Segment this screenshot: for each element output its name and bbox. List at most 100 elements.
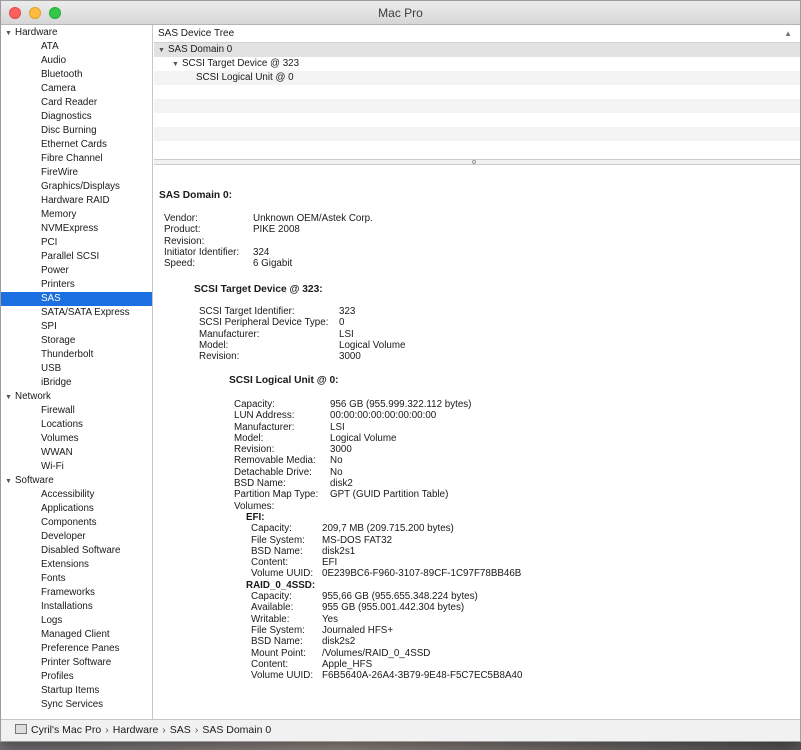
sidebar-group-software[interactable]: ▼ Software xyxy=(1,474,152,488)
field-label: Mount Point: xyxy=(251,647,307,659)
sidebar-item-wi-fi[interactable]: Wi-Fi xyxy=(1,460,152,474)
field-value: MS-DOS FAT32 xyxy=(322,534,393,546)
field-value: Apple_HFS xyxy=(322,658,373,670)
field-row: Content: Apple_HFS xyxy=(251,659,522,670)
sidebar-item-ata[interactable]: ATA xyxy=(1,40,152,54)
sidebar-item-profiles[interactable]: Profiles xyxy=(1,670,152,684)
sidebar-item-ethernet-cards[interactable]: Ethernet Cards xyxy=(1,138,152,152)
sidebar-item-bluetooth[interactable]: Bluetooth xyxy=(1,68,152,82)
sidebar-item-preference-panes[interactable]: Preference Panes xyxy=(1,642,152,656)
tree-row[interactable]: ▼ SAS Domain 0 xyxy=(154,43,800,57)
sidebar-item-managed-client[interactable]: Managed Client xyxy=(1,628,152,642)
sidebar-group-network[interactable]: ▼ Network xyxy=(1,390,152,404)
sidebar-group-label: Hardware xyxy=(15,27,58,38)
sidebar-item-applications[interactable]: Applications xyxy=(1,502,152,516)
sidebar-item-developer[interactable]: Developer xyxy=(1,530,152,544)
sidebar-item-usb[interactable]: USB xyxy=(1,362,152,376)
device-tree-pane: SAS Device Tree ▲ ▼ SAS Domain 0 ▼ SCSI Tar… xyxy=(154,25,800,159)
sidebar-item-firewire[interactable]: FireWire xyxy=(1,166,152,180)
field-row: SCSI Target Identifier: 323 xyxy=(199,306,405,317)
detail-pane: SAS Domain 0: Vendor: Unknown OEM/Astek Co… xyxy=(154,165,800,719)
sidebar-item-startup-items[interactable]: Startup Items xyxy=(1,684,152,698)
field-label: Content: xyxy=(251,557,289,569)
field-label: SCSI Target Identifier: xyxy=(199,306,295,317)
sidebar-item-firewall[interactable]: Firewall xyxy=(1,404,152,418)
sidebar-item-extensions[interactable]: Extensions xyxy=(1,558,152,572)
sidebar-item-camera[interactable]: Camera xyxy=(1,82,152,96)
sidebar-item-sata-sata-express[interactable]: SATA/SATA Express xyxy=(1,306,152,320)
disclosure-triangle-icon[interactable]: ▼ xyxy=(158,44,168,58)
disclosure-triangle-icon[interactable]: ▼ xyxy=(172,58,182,72)
sidebar-item-wwan[interactable]: WWAN xyxy=(1,446,152,460)
disclosure-triangle-icon[interactable]: ▼ xyxy=(5,27,15,41)
sidebar-group-hardware[interactable]: ▼ Hardware xyxy=(1,26,152,40)
field-row: File System: MS-DOS FAT32 xyxy=(251,535,521,546)
sidebar-item-logs[interactable]: Logs xyxy=(1,614,152,628)
sidebar-item-accessibility[interactable]: Accessibility xyxy=(1,488,152,502)
sidebar-item-power[interactable]: Power xyxy=(1,264,152,278)
sidebar-item-frameworks[interactable]: Frameworks xyxy=(1,586,152,600)
sidebar-item-pci[interactable]: PCI xyxy=(1,236,152,250)
sidebar-item-sas[interactable]: SAS xyxy=(1,292,152,306)
sidebar-item-fibre-channel[interactable]: Fibre Channel xyxy=(1,152,152,166)
field-row: Content: EFI xyxy=(251,557,521,568)
sidebar-item-printers[interactable]: Printers xyxy=(1,278,152,292)
sidebar-item-storage[interactable]: Storage xyxy=(1,334,152,348)
sidebar-item-sync-services[interactable]: Sync Services xyxy=(1,698,152,712)
sidebar-item-card-reader[interactable]: Card Reader xyxy=(1,96,152,110)
field-row: Manufacturer: LSI xyxy=(234,422,471,433)
sidebar-item-thunderbolt[interactable]: Thunderbolt xyxy=(1,348,152,362)
field-row: Revision: xyxy=(164,236,373,247)
field-value: 3000 xyxy=(330,444,352,456)
field-row: Manufacturer: LSI xyxy=(199,329,405,340)
sidebar-item-printer-software[interactable]: Printer Software xyxy=(1,656,152,670)
field-value: 3000 xyxy=(339,351,361,363)
field-label: Initiator Identifier: xyxy=(164,246,240,258)
field-row: BSD Name: disk2 xyxy=(234,478,471,489)
field-value: LSI xyxy=(330,421,345,433)
sidebar-item-memory[interactable]: Memory xyxy=(1,208,152,222)
sidebar-item-disabled-software[interactable]: Disabled Software xyxy=(1,544,152,558)
field-value: 6 Gigabit xyxy=(253,258,293,270)
field-row: Vendor: Unknown OEM/Astek Corp. xyxy=(164,213,373,224)
sidebar-item-fonts[interactable]: Fonts xyxy=(1,572,152,586)
sidebar-item-volumes[interactable]: Volumes xyxy=(1,432,152,446)
path-item[interactable]: SAS xyxy=(170,724,191,736)
sidebar-item-disc-burning[interactable]: Disc Burning xyxy=(1,124,152,138)
sidebar-item-graphics-displays[interactable]: Graphics/Displays xyxy=(1,180,152,194)
sidebar-item-audio[interactable]: Audio xyxy=(1,54,152,68)
sidebar-item-parallel-scsi[interactable]: Parallel SCSI xyxy=(1,250,152,264)
sidebar-item-hardware-raid[interactable]: Hardware RAID xyxy=(1,194,152,208)
field-value: GPT (GUID Partition Table) xyxy=(330,489,449,501)
sidebar-item-diagnostics[interactable]: Diagnostics xyxy=(1,110,152,124)
disclosure-triangle-icon[interactable]: ▼ xyxy=(5,475,15,489)
field-row: Removable Media: No xyxy=(234,455,471,466)
sidebar-item-installations[interactable]: Installations xyxy=(1,600,152,614)
title-bar: Mac Pro xyxy=(1,1,800,25)
tree-row[interactable]: SCSI Logical Unit @ 0 xyxy=(154,71,800,85)
field-value: disk2 xyxy=(330,478,353,490)
sidebar-item-ibridge[interactable]: iBridge xyxy=(1,376,152,390)
sidebar-item-spi[interactable]: SPI xyxy=(1,320,152,334)
field-row: Volumes: xyxy=(234,501,471,512)
sidebar-item-nvmexpress[interactable]: NVMExpress xyxy=(1,222,152,236)
field-label: Volume UUID: xyxy=(251,670,314,682)
path-item[interactable]: Cyril's Mac Pro xyxy=(31,724,101,736)
path-item[interactable]: SAS Domain 0 xyxy=(202,724,271,736)
field-label: Revision: xyxy=(199,351,240,363)
field-label: File System: xyxy=(251,534,305,546)
disclosure-triangle-icon[interactable]: ▼ xyxy=(5,391,15,405)
logical-unit-fields: Capacity: 956 GB (955.999.322.112 bytes) L… xyxy=(234,399,471,512)
volume-name-2: RAID_0_4SSD: xyxy=(246,579,316,591)
tree-row[interactable]: ▼ SCSI Target Device @ 323 xyxy=(154,57,800,71)
tree-column-header[interactable]: SAS Device Tree ▲ xyxy=(154,25,800,43)
divider-handle-icon xyxy=(472,160,476,164)
field-row: Speed: 6 Gigabit xyxy=(164,258,373,269)
field-label: Product: xyxy=(164,224,201,236)
sidebar-item-components[interactable]: Components xyxy=(1,516,152,530)
sidebar-item-locations[interactable]: Locations xyxy=(1,418,152,432)
path-item[interactable]: Hardware xyxy=(113,724,159,736)
field-label: Speed: xyxy=(164,258,196,270)
field-row: Writable: Yes xyxy=(251,614,522,625)
field-label: Partition Map Type: xyxy=(234,489,319,501)
